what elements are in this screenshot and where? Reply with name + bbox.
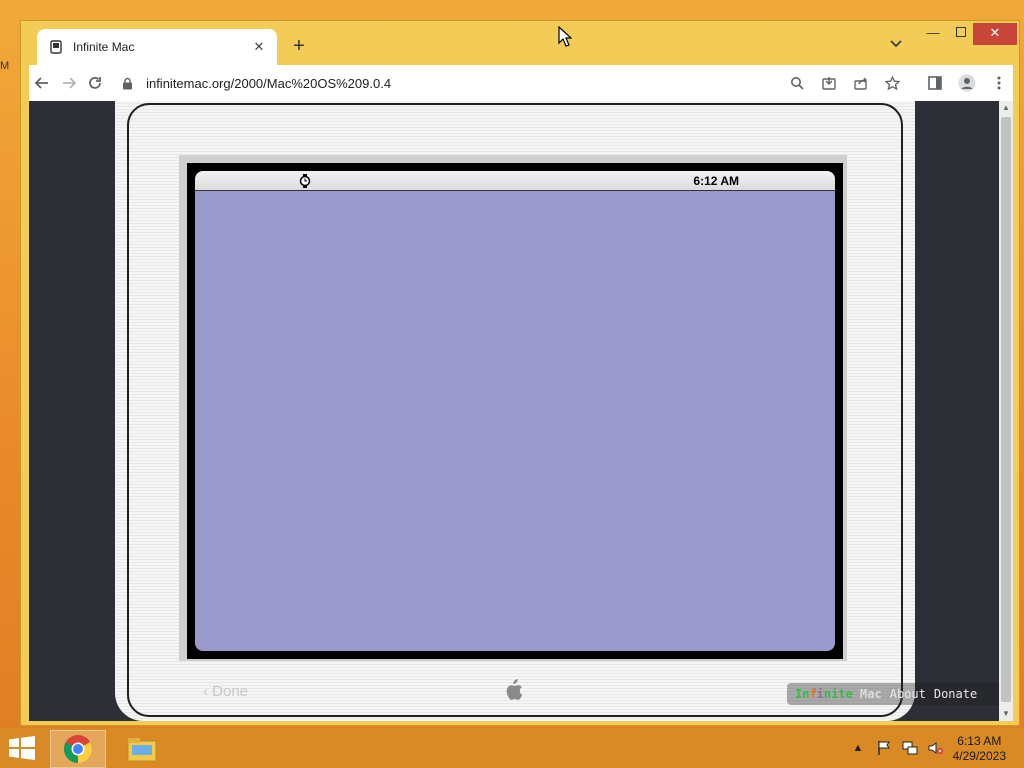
address-bar[interactable]: infinitemac.org/2000/Mac%20OS%209.0.4 — [114, 70, 783, 96]
about-link[interactable]: About — [890, 687, 926, 701]
taskbar-time: 6:13 AM — [957, 734, 1002, 748]
taskbar-file-explorer[interactable] — [114, 730, 170, 768]
file-explorer-icon — [127, 738, 157, 762]
mac-menubar[interactable]: 6:12 AM — [195, 171, 835, 191]
network-icon[interactable] — [902, 740, 918, 756]
infinite-mac-logo[interactable]: In fi nite Mac — [795, 687, 882, 701]
browser-window: Infinite Mac ✕ + — ✕ infinitemac.org/200… — [20, 20, 1020, 726]
mac-favicon-icon — [49, 40, 63, 54]
bookmark-star-icon[interactable] — [879, 69, 907, 97]
tab-close-icon[interactable]: ✕ — [251, 39, 267, 55]
start-button[interactable] — [8, 736, 38, 762]
tab-search-chevron-icon[interactable] — [887, 37, 905, 55]
profile-avatar-icon[interactable] — [953, 69, 981, 97]
page-content: 6:12 AM ‹ Done In fi nite Mac About Donate… — [29, 101, 1013, 721]
show-hidden-icons-icon[interactable]: ▲ — [850, 740, 866, 756]
mouse-pointer-icon — [558, 26, 572, 47]
mac-menubar-clock[interactable]: 6:12 AM — [693, 174, 739, 188]
page-scrollbar[interactable]: ▲ ▼ — [999, 101, 1013, 721]
chrome-icon — [64, 735, 92, 763]
tab-strip: Infinite Mac ✕ + — ✕ — [21, 21, 1019, 65]
apple-logo-icon — [506, 679, 523, 700]
taskbar: ▲ 6:13 AM 4/29/2023 — [0, 728, 1024, 768]
zoom-search-icon[interactable] — [783, 69, 811, 97]
side-panel-icon[interactable] — [921, 69, 949, 97]
desktop-icon-edge: M — [0, 60, 10, 72]
taskbar-chrome[interactable] — [50, 730, 106, 768]
tab-infinite-mac[interactable]: Infinite Mac ✕ — [37, 29, 277, 65]
lock-icon — [122, 77, 136, 90]
windows-logo-icon — [9, 736, 35, 760]
taskbar-clock[interactable]: 6:13 AM 4/29/2023 — [953, 734, 1006, 764]
volume-muted-icon[interactable] — [928, 740, 944, 756]
emulator-screen[interactable]: 6:12 AM — [195, 171, 835, 651]
back-arrow-icon — [34, 77, 49, 89]
infinite-mac-brand-bar: In fi nite Mac About Donate — [787, 683, 1007, 705]
reload-button[interactable] — [82, 68, 108, 98]
forward-button[interactable] — [55, 68, 81, 98]
address-actions — [783, 69, 1013, 97]
forward-arrow-icon — [62, 77, 76, 89]
donate-link[interactable]: Donate — [934, 687, 977, 701]
share-icon[interactable] — [847, 69, 875, 97]
url-text: infinitemac.org/2000/Mac%20OS%209.0.4 — [146, 75, 392, 91]
reload-icon — [89, 77, 101, 89]
new-tab-button[interactable]: + — [287, 35, 311, 59]
back-button[interactable] — [29, 68, 55, 98]
done-button[interactable]: ‹ Done — [203, 683, 248, 700]
scroll-down-arrow-icon[interactable]: ▼ — [999, 707, 1013, 721]
action-center-flag-icon[interactable] — [876, 740, 892, 756]
watch-busy-icon — [299, 174, 311, 188]
close-window-button[interactable]: ✕ — [973, 23, 1017, 45]
taskbar-date: 4/29/2023 — [952, 749, 1006, 763]
tab-title: Infinite Mac — [73, 40, 135, 54]
scroll-up-arrow-icon[interactable]: ▲ — [999, 101, 1013, 115]
system-tray: ▲ — [850, 740, 944, 756]
mac-monitor-frame: 6:12 AM ‹ Done In fi nite Mac About Donate — [115, 101, 1007, 721]
scroll-thumb[interactable] — [1001, 117, 1011, 702]
browser-toolbar: infinitemac.org/2000/Mac%20OS%209.0.4 — [29, 65, 1013, 101]
kebab-menu-icon[interactable] — [985, 69, 1013, 97]
install-app-icon[interactable] — [815, 69, 843, 97]
